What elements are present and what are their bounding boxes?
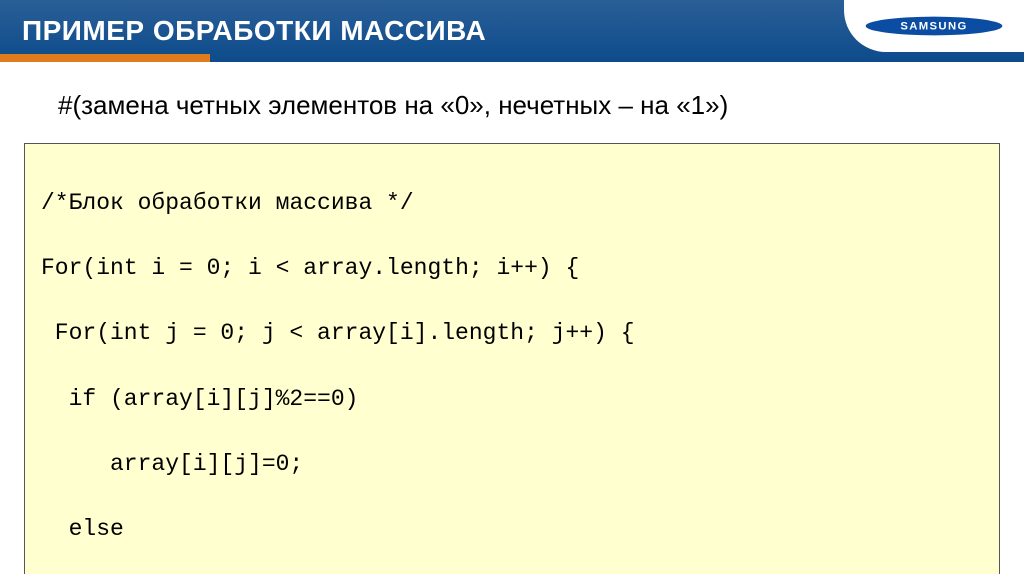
accent-stripe	[0, 54, 210, 62]
brand-logo: SAMSUNG	[844, 0, 1024, 52]
code-line: else	[41, 513, 983, 546]
slide-title: ПРИМЕР ОБРАБОТКИ МАССИВА	[22, 15, 486, 47]
slide-header: ПРИМЕР ОБРАБОТКИ МАССИВА SAMSUNG	[0, 0, 1024, 62]
code-line: For(int j = 0; j < array[i].length; j++)…	[41, 317, 983, 350]
code-line: For(int i = 0; i < array.length; i++) {	[41, 252, 983, 285]
code-line: if (array[i][j]%2==0)	[41, 383, 983, 416]
code-line: /*Блок обработки массива */	[41, 187, 983, 220]
brand-text: SAMSUNG	[900, 21, 967, 33]
samsung-logo-icon: SAMSUNG	[864, 11, 1004, 41]
code-block: /*Блок обработки массива */ For(int i = …	[24, 143, 1000, 574]
slide-subtitle: #(замена четных элементов на «0», нечетн…	[58, 90, 984, 121]
code-line: array[i][j]=0;	[41, 448, 983, 481]
